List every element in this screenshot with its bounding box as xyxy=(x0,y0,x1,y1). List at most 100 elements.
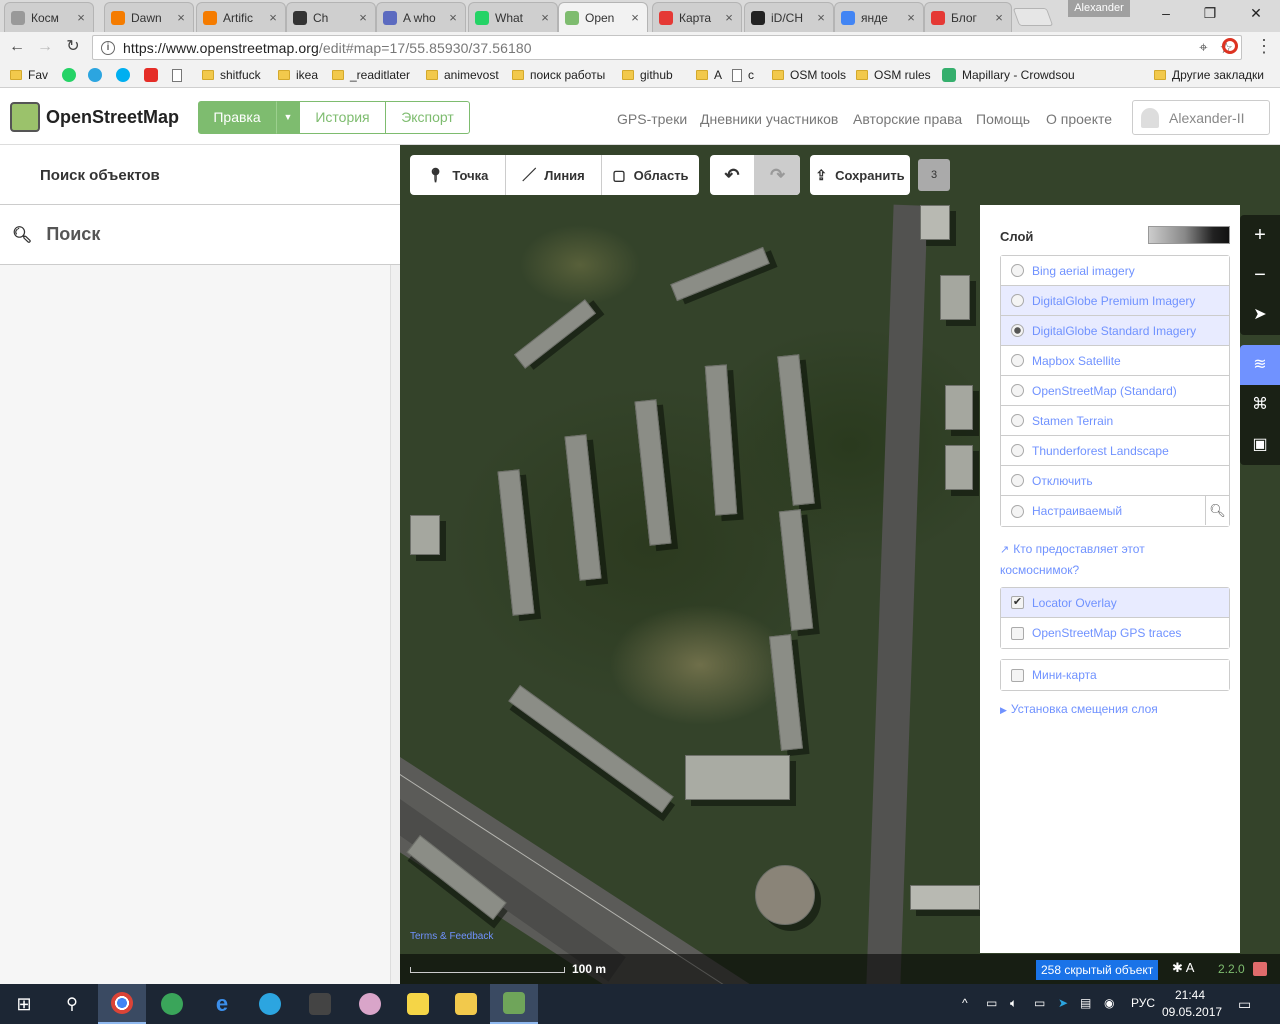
imagery-radio[interactable] xyxy=(1011,264,1024,277)
maximize-button[interactable]: ❐ xyxy=(1190,2,1230,24)
export-button[interactable]: Экспорт xyxy=(385,101,470,134)
nav-help[interactable]: Помощь xyxy=(976,111,1030,127)
bookmark-item[interactable]: shitfuck xyxy=(202,67,261,83)
add-point-button[interactable]: 📍︎ Точка xyxy=(410,155,506,195)
close-tab-icon[interactable]: × xyxy=(629,10,641,25)
taskbar-josm[interactable] xyxy=(490,984,538,1024)
search-icon[interactable]: 🔍︎ xyxy=(1205,496,1229,525)
hidden-features-badge[interactable]: 258 скрытый объект xyxy=(1036,960,1159,980)
profile-badge[interactable]: Alexander xyxy=(1068,0,1130,17)
app-tray-icon[interactable]: ◉ xyxy=(1104,996,1114,1010)
url-text[interactable]: https://www.openstreetmap.org/edit#map=1… xyxy=(123,40,532,56)
version-label[interactable]: 2.2.0 xyxy=(1218,962,1245,976)
history-button[interactable]: История xyxy=(299,101,386,134)
taskbar-media[interactable] xyxy=(296,984,344,1024)
save-button[interactable]: ⇪ Сохранить xyxy=(810,155,910,195)
forward-icon[interactable]: → xyxy=(34,36,56,58)
osm-logo-icon[interactable] xyxy=(10,102,40,132)
add-line-button[interactable]: ／ Линия xyxy=(506,155,602,195)
close-tab-icon[interactable]: × xyxy=(905,10,917,25)
browser-tab[interactable]: A who × xyxy=(376,2,466,32)
browser-tab[interactable]: Ch × xyxy=(286,2,376,32)
bookmark-item[interactable]: поиск работы xyxy=(512,67,605,83)
taskbar-telegram[interactable] xyxy=(246,984,294,1024)
imagery-radio[interactable] xyxy=(1011,354,1024,367)
terms-feedback-link[interactable]: Terms & Feedback xyxy=(410,931,493,942)
reload-icon[interactable]: ↻ xyxy=(62,36,84,58)
other-bookmarks[interactable]: Другие закладки xyxy=(1154,67,1264,83)
close-tab-icon[interactable]: × xyxy=(175,10,187,25)
address-bar[interactable]: i https://www.openstreetmap.org/edit#map… xyxy=(92,35,1242,60)
imagery-option[interactable]: DigitalGlobe Premium Imagery xyxy=(1001,286,1229,316)
telegram-tray-icon[interactable]: ➤ xyxy=(1058,996,1068,1010)
imagery-option[interactable]: Mapbox Satellite xyxy=(1001,346,1229,376)
battery-icon[interactable]: ▭ xyxy=(986,996,997,1010)
nav-gps-traces[interactable]: GPS-треки xyxy=(617,111,687,127)
bookmark-item[interactable]: Fav xyxy=(10,67,48,83)
imagery-option[interactable]: Stamen Terrain xyxy=(1001,406,1229,436)
nav-copyright[interactable]: Авторские права xyxy=(853,111,962,127)
map-data-button[interactable]: ⌘ xyxy=(1240,385,1280,425)
taskbar-globe[interactable] xyxy=(148,984,196,1024)
bookmark-item[interactable]: OSM tools xyxy=(772,67,846,83)
imagery-option[interactable]: OpenStreetMap (Standard) xyxy=(1001,376,1229,406)
browser-tab[interactable]: Карта × xyxy=(652,2,742,32)
close-window-button[interactable]: ✕ xyxy=(1236,2,1276,24)
browser-tab[interactable]: Dawn × xyxy=(104,2,194,32)
minimap-toggle[interactable]: Мини-карта xyxy=(1001,660,1229,690)
taskbar-explorer[interactable] xyxy=(442,984,490,1024)
add-area-button[interactable]: ▢ Область xyxy=(602,155,699,195)
bookmark-item[interactable] xyxy=(144,67,158,83)
close-tab-icon[interactable]: × xyxy=(75,10,87,25)
windows-start-button[interactable]: ⊞ xyxy=(0,984,48,1024)
chrome-menu-icon[interactable]: ⋮ xyxy=(1255,36,1273,56)
minimap-checkbox[interactable] xyxy=(1011,668,1024,682)
language-indicator[interactable]: РУС xyxy=(1131,996,1155,1010)
imagery-radio[interactable] xyxy=(1011,324,1024,337)
bookmark-item[interactable]: c xyxy=(732,67,754,83)
undo-button[interactable]: ↶ xyxy=(710,155,755,195)
volume-icon[interactable]: 🔈︎ xyxy=(1010,996,1017,1011)
gift-icon[interactable] xyxy=(1253,962,1267,976)
close-tab-icon[interactable]: × xyxy=(447,10,459,25)
search-taskbar-button[interactable]: ⚲ xyxy=(48,984,96,1024)
zoom-in-button[interactable]: + xyxy=(1240,215,1280,255)
bookmark-item[interactable]: _readitlater xyxy=(332,67,410,83)
geolocate-button[interactable]: ➤ xyxy=(1240,295,1280,335)
osm-logo-text[interactable]: OpenStreetMap xyxy=(46,107,179,128)
imagery-radio[interactable] xyxy=(1011,444,1024,457)
nav-about[interactable]: О проекте xyxy=(1046,111,1112,127)
taskbar-edge[interactable]: e xyxy=(198,984,246,1024)
imagery-option[interactable]: Настраиваемый 🔍︎ xyxy=(1001,496,1229,526)
bookmark-item[interactable]: Mapillary - Crowdsou xyxy=(942,67,1075,83)
imagery-offset-link[interactable]: ▶ Установка смещения слоя xyxy=(1000,702,1158,716)
layers-button[interactable]: ≋ xyxy=(1240,345,1280,385)
imagery-option[interactable]: Thunderforest Landscape xyxy=(1001,436,1229,466)
imagery-radio[interactable] xyxy=(1011,294,1024,307)
imagery-attribution-link[interactable]: ↗ Кто предоставляет этот космоснимок? xyxy=(1000,539,1200,580)
taskbar-paint[interactable] xyxy=(346,984,394,1024)
chevron-down-icon[interactable]: ▼ xyxy=(276,101,300,134)
bookmark-item[interactable]: animevost xyxy=(426,67,499,83)
edit-button[interactable]: Правка xyxy=(198,101,276,134)
flag-icon[interactable]: ▤ xyxy=(1080,996,1091,1010)
close-tab-icon[interactable]: × xyxy=(357,10,369,25)
clock[interactable]: 21:44 09.05.2017 xyxy=(1162,987,1222,1021)
bookmark-item[interactable]: OSM rules xyxy=(856,67,931,83)
new-tab-button[interactable] xyxy=(1012,8,1054,26)
imagery-radio[interactable] xyxy=(1011,384,1024,397)
location-icon[interactable]: ⌖ xyxy=(1199,39,1207,57)
overlay-checkbox[interactable]: ✔ xyxy=(1011,596,1024,609)
network-icon[interactable]: ▭ xyxy=(1034,996,1045,1010)
imagery-radio[interactable] xyxy=(1011,504,1024,518)
opera-extension-icon[interactable] xyxy=(1222,38,1238,54)
close-tab-icon[interactable]: × xyxy=(815,10,827,25)
notifications-icon[interactable]: ▭ xyxy=(1238,996,1251,1013)
search-input[interactable] xyxy=(46,224,377,245)
browser-tab[interactable]: Косм × xyxy=(4,2,94,32)
browser-tab[interactable]: Блог × xyxy=(924,2,1012,32)
bookmark-item[interactable] xyxy=(62,67,76,83)
minimize-button[interactable]: – xyxy=(1146,2,1186,24)
imagery-option[interactable]: Bing aerial imagery xyxy=(1001,256,1229,286)
bookmark-item[interactable] xyxy=(88,67,102,83)
